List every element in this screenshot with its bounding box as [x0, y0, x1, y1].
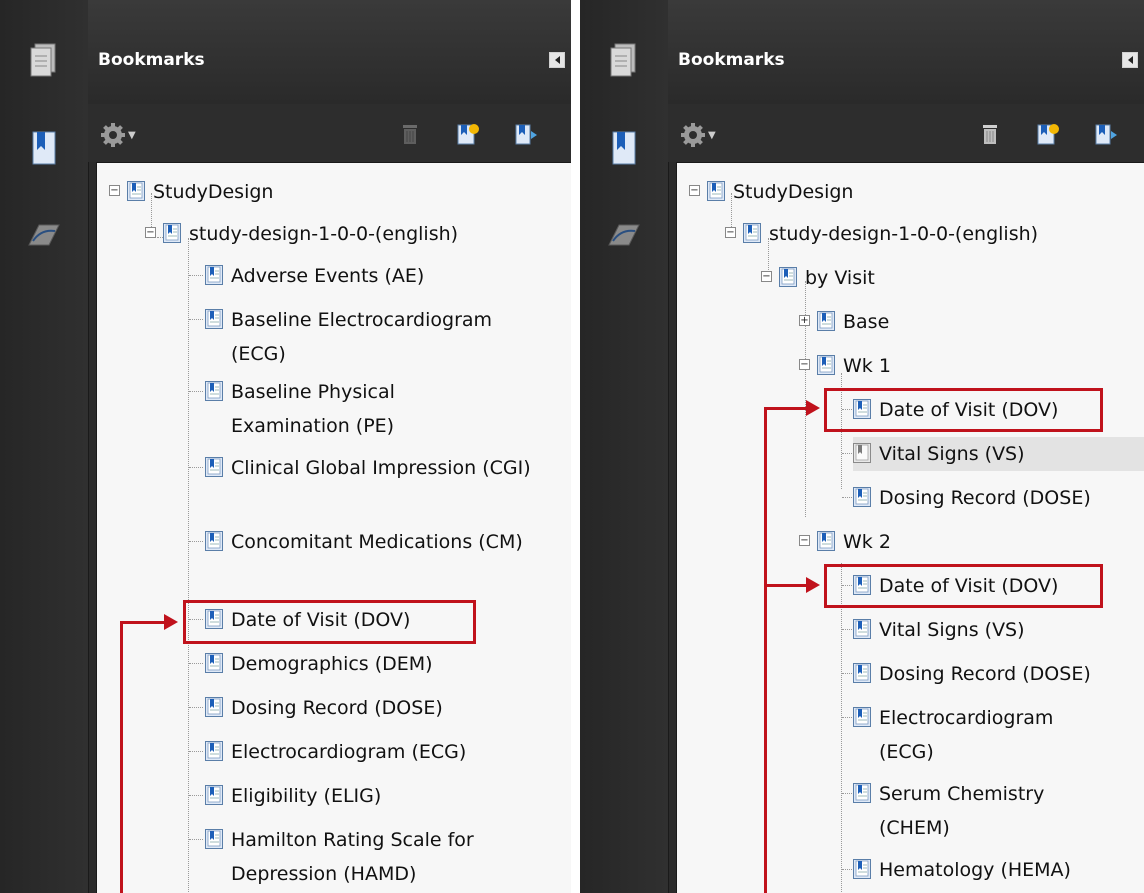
bookmark-item[interactable]: by Visit [779, 261, 875, 295]
bookmark-icon [853, 443, 871, 463]
bookmark-item[interactable]: Demographics (DEM) [205, 647, 433, 681]
bookmark-icon [817, 531, 835, 551]
pages-icon[interactable] [20, 36, 68, 84]
bookmark-icon [817, 355, 835, 375]
options-menu-button[interactable]: ▼ [100, 122, 136, 148]
bookmark-icon [205, 653, 223, 673]
bookmark-item[interactable]: Vital Signs (VS) [853, 613, 1025, 647]
new-bookmark-icon[interactable] [1036, 122, 1060, 146]
navigation-toolbar [0, 0, 89, 893]
collapse-panel-button[interactable] [1122, 52, 1138, 68]
bookmark-icon [853, 859, 871, 879]
bookmark-item[interactable]: Serum Chemistry (CHEM) [853, 777, 1093, 845]
collapse-toggle[interactable]: − [761, 271, 772, 282]
bookmark-icon [853, 619, 871, 639]
bookmark-icon [163, 223, 181, 243]
highlight-box-wk2-dov [824, 564, 1103, 608]
bookmarks-header: Bookmarks [668, 0, 1144, 104]
annotation-arrow [764, 407, 808, 410]
bookmark-icon [853, 783, 871, 803]
bookmark-toolbar: ▼ [668, 104, 1144, 162]
bookmark-item[interactable]: Hematology (HEMA) [853, 853, 1071, 887]
bookmark-icon [205, 741, 223, 761]
bookmark-toolbar: ▼ [88, 104, 571, 162]
bookmark-item[interactable]: Wk 2 [817, 525, 891, 559]
bookmarks-header: Bookmarks [88, 0, 571, 104]
bookmark-item[interactable]: Hamilton Rating Scale for Depression (HA… [205, 823, 545, 891]
arrowhead [164, 614, 178, 630]
delete-icon[interactable] [398, 122, 422, 146]
bookmark-item[interactable]: Electrocardiogram (ECG) [205, 735, 466, 769]
bookmark-icon [127, 181, 145, 201]
bookmark-item[interactable]: Clinical Global Impression (CGI) [205, 451, 545, 485]
bookmark-item[interactable]: Base [817, 305, 889, 339]
bookmark-icon [205, 531, 223, 551]
pages-icon[interactable] [600, 36, 648, 84]
collapse-toggle[interactable]: − [725, 227, 736, 238]
bookmarks-icon[interactable] [20, 124, 68, 172]
bookmarks-icon[interactable] [600, 124, 648, 172]
navigation-toolbar [580, 0, 669, 893]
bookmark-item[interactable]: Eligibility (ELIG) [205, 779, 381, 813]
annotation-line [120, 621, 123, 893]
bookmark-icon [853, 663, 871, 683]
collapse-toggle[interactable]: − [109, 185, 120, 196]
annotation-arrow [120, 621, 166, 624]
bookmark-icon [853, 707, 871, 727]
gear-icon [101, 123, 125, 147]
bookmark-icon [779, 267, 797, 287]
bookmark-icon [853, 487, 871, 507]
collapse-panel-button[interactable] [549, 52, 565, 68]
options-menu-button[interactable]: ▼ [680, 122, 716, 148]
bookmark-icon [205, 381, 223, 401]
bookmark-tree: − StudyDesign − study-design-1-0-0-(engl… [676, 162, 1144, 893]
annotation-arrow [764, 584, 808, 587]
bookmark-item-selected[interactable]: Vital Signs (VS) [853, 437, 1144, 471]
arrowhead [806, 577, 820, 593]
bookmark-item[interactable]: StudyDesign [127, 175, 273, 209]
new-bookmark-icon[interactable] [456, 122, 480, 146]
bookmark-icon [205, 457, 223, 477]
bookmark-icon [205, 785, 223, 805]
expand-toggle[interactable]: + [799, 315, 810, 326]
collapse-toggle[interactable]: − [145, 227, 156, 238]
bookmark-icon [205, 265, 223, 285]
bookmark-item[interactable]: Baseline Physical Examination (PE) [205, 375, 455, 443]
collapse-toggle[interactable]: − [689, 185, 700, 196]
bookmark-icon [205, 829, 223, 849]
highlight-box-wk1-dov [824, 388, 1103, 432]
bookmark-icon [205, 309, 223, 329]
panel-title: Bookmarks [678, 50, 785, 70]
bookmark-tree: − StudyDesign − study-design-1-0-0-(engl… [96, 162, 571, 893]
bookmark-item[interactable]: StudyDesign [707, 175, 853, 209]
bookmark-item[interactable]: Adverse Events (AE) [205, 259, 424, 293]
bookmark-item[interactable]: Electrocardiogram (ECG) [853, 701, 1103, 769]
delete-icon[interactable] [978, 122, 1002, 146]
bookmark-item[interactable]: study-design-1-0-0-(english) [163, 217, 458, 251]
bookmark-icon [743, 223, 761, 243]
signatures-icon[interactable] [600, 210, 648, 258]
bookmark-item[interactable]: Dosing Record (DOSE) [853, 481, 1091, 515]
bookmark-icon [817, 311, 835, 331]
bookmark-item[interactable]: Baseline Electrocardiogram (ECG) [205, 303, 545, 371]
bookmark-item[interactable]: Dosing Record (DOSE) [853, 657, 1091, 691]
bookmark-icon [707, 181, 725, 201]
highlight-box [183, 600, 476, 644]
bookmark-icon [205, 697, 223, 717]
annotation-line [764, 407, 767, 893]
expand-bookmark-icon[interactable] [514, 122, 538, 146]
collapse-toggle[interactable]: − [799, 359, 810, 370]
gear-icon [681, 123, 705, 147]
bookmark-item[interactable]: Wk 1 [817, 349, 891, 383]
bookmark-item[interactable]: Dosing Record (DOSE) [205, 691, 443, 725]
collapse-toggle[interactable]: − [799, 535, 810, 546]
expand-bookmark-icon[interactable] [1094, 122, 1118, 146]
signatures-icon[interactable] [20, 210, 68, 258]
bookmark-item[interactable]: study-design-1-0-0-(english) [743, 217, 1038, 251]
bookmarks-panel-left: Bookmarks ▼ − StudyDesign − study-design… [0, 0, 571, 893]
bookmark-item[interactable]: Concomitant Medications (CM) [205, 525, 545, 559]
bookmarks-panel-right: Bookmarks ▼ − StudyDesign − study-design… [580, 0, 1144, 893]
panel-title: Bookmarks [98, 50, 205, 70]
arrowhead [806, 400, 820, 416]
